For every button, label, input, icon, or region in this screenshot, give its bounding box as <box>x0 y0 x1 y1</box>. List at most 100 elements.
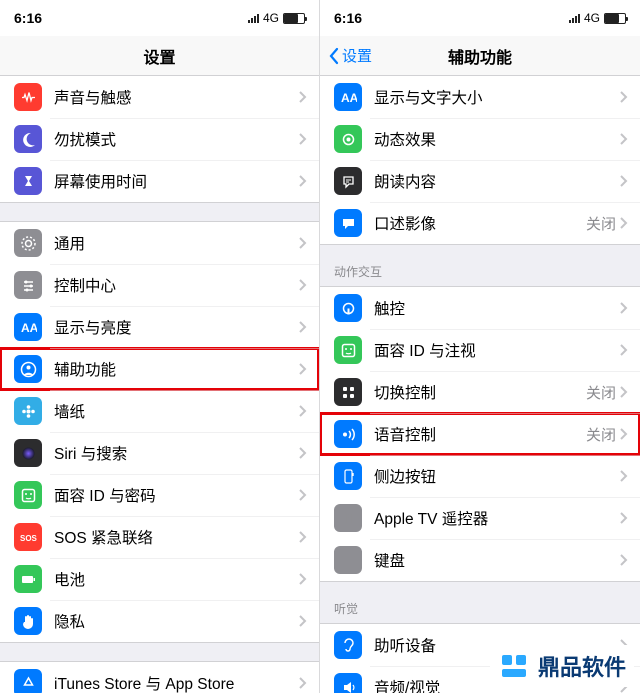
bubble-icon <box>334 209 362 237</box>
row-voice-control[interactable]: 语音控制关闭 <box>320 413 640 455</box>
chevron-right-icon <box>620 175 628 187</box>
appstore-icon <box>14 669 42 693</box>
battery-icon <box>14 565 42 593</box>
row-do-not-disturb[interactable]: 勿扰模式 <box>0 118 319 160</box>
network-label: 4G <box>584 11 600 25</box>
hand-icon <box>14 607 42 635</box>
chevron-right-icon <box>620 91 628 103</box>
sos-icon <box>14 523 42 551</box>
status-bar: 6:16 4G <box>0 0 319 36</box>
status-time: 6:16 <box>334 10 362 26</box>
chevron-right-icon <box>299 531 307 543</box>
chevron-right-icon <box>299 175 307 187</box>
row-label: SOS 紧急联络 <box>54 526 299 548</box>
chevron-right-icon <box>299 677 307 689</box>
row-label: 侧边按钮 <box>374 465 620 487</box>
row-label: 面容 ID 与密码 <box>54 484 299 506</box>
row-value: 关闭 <box>586 382 616 403</box>
row-value: 关闭 <box>586 424 616 445</box>
row-faceid-attention[interactable]: 面容 ID 与注视 <box>320 329 640 371</box>
settings-list[interactable]: 声音与触感勿扰模式屏幕使用时间 通用控制中心显示与亮度辅助功能墙纸 Siri 与搜… <box>0 76 319 693</box>
chevron-right-icon <box>299 133 307 145</box>
row-label: 动态效果 <box>374 128 620 150</box>
row-keyboards[interactable]: 键盘 <box>320 539 640 581</box>
row-label: Siri 与搜索 <box>54 442 299 464</box>
row-audio-descriptions[interactable]: 口述影像关闭 <box>320 202 640 244</box>
row-siri-search[interactable]: Siri 与搜索 <box>0 432 319 474</box>
chevron-right-icon <box>299 615 307 627</box>
group-vision: 显示与文字大小动态效果朗读内容口述影像关闭 <box>320 76 640 245</box>
row-privacy[interactable]: 隐私 <box>0 600 319 642</box>
settings-pane: 6:16 4G 设置 声音与触感勿扰模式屏幕使用时间 通用控制中心显示与亮度辅助… <box>0 0 320 693</box>
chevron-right-icon <box>299 91 307 103</box>
back-button[interactable]: 设置 <box>328 45 372 66</box>
row-sounds-haptics[interactable]: 声音与触感 <box>0 76 319 118</box>
row-faceid-passcode[interactable]: 面容 ID 与密码 <box>0 474 319 516</box>
chevron-right-icon <box>620 386 628 398</box>
switches-icon <box>334 378 362 406</box>
row-control-center[interactable]: 控制中心 <box>0 264 319 306</box>
chevron-right-icon <box>299 447 307 459</box>
accessibility-list[interactable]: 显示与文字大小动态效果朗读内容口述影像关闭 动作交互 触控面容 ID 与注视切换… <box>320 76 640 693</box>
waveform-icon <box>14 83 42 111</box>
watermark: 鼎品软件 <box>490 645 634 687</box>
row-label: iTunes Store 与 App Store <box>54 672 299 693</box>
nav-bar: 设置 <box>0 36 319 76</box>
group-1: 声音与触感勿扰模式屏幕使用时间 <box>0 76 319 203</box>
row-sos[interactable]: SOS 紧急联络 <box>0 516 319 558</box>
row-motion[interactable]: 动态效果 <box>320 118 640 160</box>
chevron-right-icon <box>299 237 307 249</box>
hourglass-icon <box>14 167 42 195</box>
nav-bar: 设置 辅助功能 <box>320 36 640 76</box>
brand-text: 鼎品软件 <box>538 650 626 682</box>
chevron-right-icon <box>620 133 628 145</box>
chevron-right-icon <box>299 405 307 417</box>
gear-icon <box>14 229 42 257</box>
row-label: 电池 <box>54 568 299 590</box>
section-header-hearing: 听觉 <box>320 582 640 623</box>
chevron-right-icon <box>299 321 307 333</box>
voice-icon <box>334 420 362 448</box>
row-touch[interactable]: 触控 <box>320 287 640 329</box>
row-general[interactable]: 通用 <box>0 222 319 264</box>
keyboard-icon <box>334 546 362 574</box>
person-circle-icon <box>14 355 42 383</box>
row-label: 朗读内容 <box>374 170 620 192</box>
speech-icon <box>334 167 362 195</box>
row-label: Apple TV 遥控器 <box>374 507 620 529</box>
row-label: 声音与触感 <box>54 86 299 108</box>
page-title: 设置 <box>143 44 175 68</box>
faceid-icon <box>14 481 42 509</box>
row-label: 键盘 <box>374 549 620 571</box>
textsize-icon <box>14 313 42 341</box>
row-side-button[interactable]: 侧边按钮 <box>320 455 640 497</box>
row-label: 语音控制 <box>374 423 586 445</box>
motion-icon <box>334 125 362 153</box>
row-label: 隐私 <box>54 610 299 632</box>
chevron-right-icon <box>620 470 628 482</box>
flower-icon <box>14 397 42 425</box>
row-battery[interactable]: 电池 <box>0 558 319 600</box>
row-label: 辅助功能 <box>54 358 299 380</box>
row-screen-time[interactable]: 屏幕使用时间 <box>0 160 319 202</box>
row-itunes-appstore[interactable]: iTunes Store 与 App Store <box>0 662 319 693</box>
status-time: 6:16 <box>14 10 42 26</box>
touch-icon <box>334 294 362 322</box>
row-label: 勿扰模式 <box>54 128 299 150</box>
status-right: 4G <box>569 11 626 25</box>
group-motion: 触控面容 ID 与注视切换控制关闭语音控制关闭侧边按钮Apple TV 遥控器键… <box>320 286 640 582</box>
row-appletv-remote[interactable]: Apple TV 遥控器 <box>320 497 640 539</box>
row-accessibility[interactable]: 辅助功能 <box>0 348 319 390</box>
row-display-brightness[interactable]: 显示与亮度 <box>0 306 319 348</box>
row-label: 显示与亮度 <box>54 316 299 338</box>
row-wallpaper[interactable]: 墙纸 <box>0 390 319 432</box>
row-spoken-content[interactable]: 朗读内容 <box>320 160 640 202</box>
chevron-right-icon <box>299 363 307 375</box>
row-label: 面容 ID 与注视 <box>374 339 620 361</box>
signal-icon <box>248 13 259 23</box>
row-switch-control[interactable]: 切换控制关闭 <box>320 371 640 413</box>
row-value: 关闭 <box>586 213 616 234</box>
chevron-right-icon <box>620 217 628 229</box>
row-display-text-size[interactable]: 显示与文字大小 <box>320 76 640 118</box>
group-3: iTunes Store 与 App Store钱包与 Apple Pay <box>0 661 319 693</box>
